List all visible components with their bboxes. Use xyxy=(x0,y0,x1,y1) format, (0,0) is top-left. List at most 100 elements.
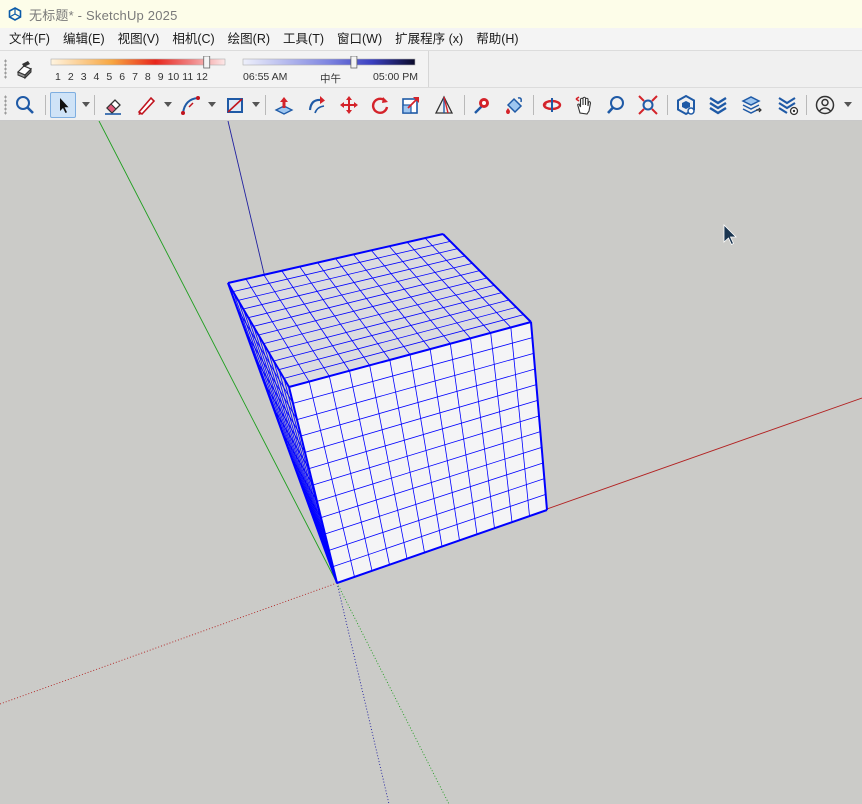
month-label: 6 xyxy=(119,71,126,83)
chevron-down-icon[interactable] xyxy=(164,102,172,107)
rectangle-button[interactable] xyxy=(222,92,248,118)
month-slider[interactable] xyxy=(50,56,228,70)
time-slider-thumb[interactable] xyxy=(350,56,358,69)
zoom-window-button[interactable] xyxy=(635,92,661,118)
menu-draw[interactable]: 绘图(R) xyxy=(223,28,275,50)
chevron-down-icon[interactable] xyxy=(252,102,260,107)
toolbar-grip[interactable] xyxy=(4,59,7,79)
pencil-line-button[interactable] xyxy=(133,92,159,118)
month-slider-thumb[interactable] xyxy=(203,56,211,69)
layers-button[interactable] xyxy=(738,92,764,118)
menu-bar: 文件(F) 编辑(E) 视图(V) 相机(C) 绘图(R) 工具(T) 窗口(W… xyxy=(0,28,862,50)
rotate-icon xyxy=(371,97,389,114)
month-label: 3 xyxy=(80,71,87,83)
arc-button[interactable] xyxy=(177,92,203,118)
protractor-icon xyxy=(434,95,454,114)
follow-me-button[interactable] xyxy=(304,92,330,118)
extension-manager-button[interactable] xyxy=(775,92,801,118)
zoom-extents-icon xyxy=(16,96,34,114)
month-labels: 1 2 3 4 5 6 7 8 9 10 11 12 xyxy=(55,71,208,83)
zoom-button[interactable] xyxy=(603,92,629,118)
pan-button[interactable] xyxy=(571,92,597,118)
menu-extensions[interactable]: 扩展程序 (x) xyxy=(390,28,468,50)
main-toolbar xyxy=(0,87,862,121)
rotate-button[interactable] xyxy=(367,92,393,118)
sketchup-logo-icon xyxy=(8,7,22,21)
tape-measure-button[interactable] xyxy=(469,92,495,118)
menu-file[interactable]: 文件(F) xyxy=(4,28,55,50)
orbit-button[interactable] xyxy=(539,92,565,118)
red-axis-negative xyxy=(0,582,338,705)
month-label: 4 xyxy=(93,71,100,83)
chevron-down-icon[interactable] xyxy=(844,102,852,107)
menu-help[interactable]: 帮助(H) xyxy=(471,28,523,50)
month-label: 1 xyxy=(55,71,61,83)
scale-icon xyxy=(402,97,419,114)
layers-icon xyxy=(741,96,762,114)
time-start-label: 06:55 AM xyxy=(243,71,288,83)
extension-warehouse-button[interactable] xyxy=(705,92,731,118)
chevron-down-icon[interactable] xyxy=(82,102,90,107)
warehouse-icon xyxy=(677,94,695,116)
3d-warehouse-button[interactable] xyxy=(673,92,699,118)
pencil-line-icon xyxy=(137,96,156,116)
zoom-icon xyxy=(607,96,624,114)
eraser-icon xyxy=(105,99,121,115)
menu-window[interactable]: 窗口(W) xyxy=(332,28,387,50)
shadows-panel: 1 2 3 4 5 6 7 8 9 10 11 12 06:55 AM 中午 05:00 PM xyxy=(0,51,429,87)
orbit-icon xyxy=(542,98,562,112)
extension-warehouse-icon xyxy=(709,96,727,115)
menu-tools[interactable]: 工具(T) xyxy=(278,28,329,50)
blue-axis-negative xyxy=(336,582,390,804)
selected-cube[interactable] xyxy=(227,233,548,584)
account-button[interactable] xyxy=(812,92,838,118)
month-label: 11 xyxy=(182,71,194,83)
toolbar-separator xyxy=(667,95,668,115)
select-button[interactable] xyxy=(50,92,76,118)
eraser-button[interactable] xyxy=(100,92,126,118)
time-end-label: 05:00 PM xyxy=(373,71,418,83)
move-button[interactable] xyxy=(336,92,362,118)
shadow-toggle-button[interactable] xyxy=(14,58,36,80)
menu-view[interactable]: 视图(V) xyxy=(113,28,165,50)
toolbar-separator xyxy=(265,95,266,115)
month-label: 10 xyxy=(167,71,180,83)
push-pull-icon xyxy=(274,97,294,115)
paint-bucket-icon xyxy=(506,97,523,114)
paint-bucket-button[interactable] xyxy=(501,92,527,118)
month-label: 9 xyxy=(157,71,164,83)
shadow-settings-icon xyxy=(16,61,33,80)
hand-icon xyxy=(575,96,592,115)
rectangle-icon xyxy=(227,98,243,113)
follow-me-icon xyxy=(308,96,325,114)
extension-manager-icon xyxy=(778,97,799,116)
modeling-viewport[interactable] xyxy=(0,121,862,804)
scene-canvas[interactable] xyxy=(0,121,862,804)
month-label: 5 xyxy=(106,71,113,83)
menu-edit[interactable]: 编辑(E) xyxy=(58,28,110,50)
month-label: 12 xyxy=(196,71,208,83)
window-title: 无标题* - SketchUp 2025 xyxy=(29,7,178,23)
toolbar-separator xyxy=(806,95,807,115)
toolbar-separator xyxy=(464,95,465,115)
tape-measure-icon xyxy=(474,98,489,114)
zoom-extents-button[interactable] xyxy=(12,92,38,118)
toolbar-grip[interactable] xyxy=(4,95,7,115)
chevron-down-icon[interactable] xyxy=(208,102,216,107)
scale-button[interactable] xyxy=(398,92,424,118)
shadows-toolbar: 1 2 3 4 5 6 7 8 9 10 11 12 06:55 AM 中午 05:00 PM xyxy=(0,50,862,87)
select-icon xyxy=(60,98,69,113)
menu-camera[interactable]: 相机(C) xyxy=(167,28,219,50)
toolbar-separator xyxy=(94,95,95,115)
protractor-button[interactable] xyxy=(431,92,457,118)
green-axis-negative xyxy=(336,582,450,804)
month-label: 2 xyxy=(67,71,74,83)
toolbar-separator xyxy=(533,95,534,115)
push-pull-button[interactable] xyxy=(271,92,297,118)
zoom-window-icon xyxy=(638,95,658,115)
move-icon xyxy=(340,96,358,114)
time-noon-label: 中午 xyxy=(320,73,341,85)
time-slider[interactable] xyxy=(242,56,418,70)
month-label: 7 xyxy=(132,71,138,83)
title-bar: 无标题* - SketchUp 2025 xyxy=(0,0,862,28)
